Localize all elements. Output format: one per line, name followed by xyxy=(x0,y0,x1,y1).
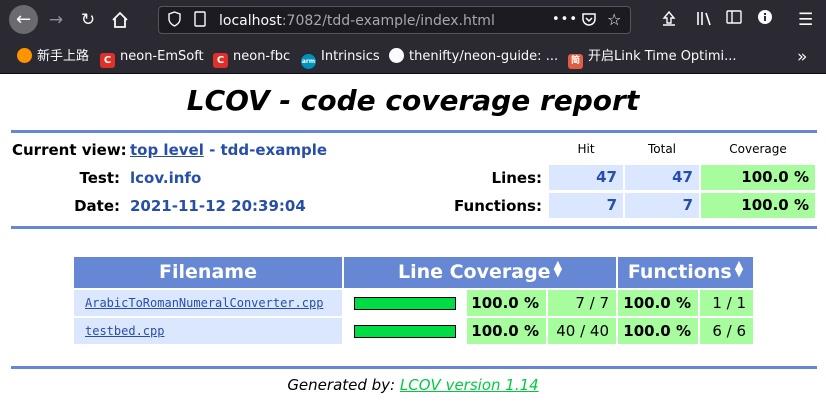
function-coverage-percent: 100.0 % xyxy=(618,318,698,344)
arrow-right-icon: → xyxy=(48,10,64,30)
functions-label: Functions: xyxy=(454,197,542,215)
more-actions-icon[interactable]: ••• xyxy=(552,11,578,29)
header-divider-bottom xyxy=(11,226,817,229)
extension-info-icon[interactable] xyxy=(757,9,773,31)
bookmark-label: thenifty/neon-guide: ... xyxy=(409,49,559,64)
line-coverage-percent: 100.0 % xyxy=(467,318,546,344)
file-name-cell: ArabicToRomanNumeralConverter.cpp xyxy=(74,290,342,316)
generated-by-label: Generated by: xyxy=(287,376,396,394)
line-coverage-column-header[interactable]: Line Coverage ▲ ▼ xyxy=(344,257,616,288)
bookmark-item[interactable]: Cneon-EmSoft xyxy=(100,47,204,68)
library-shelf-icon[interactable] xyxy=(661,9,677,33)
date-label: Date: xyxy=(74,197,120,215)
csdn-icon: C xyxy=(100,53,115,68)
bookmark-item[interactable]: 新手上路 xyxy=(17,47,89,67)
back-button[interactable]: ← xyxy=(9,5,38,34)
shield-icon[interactable] xyxy=(168,11,181,33)
jianshu-icon: 简 xyxy=(568,54,583,69)
url-path: :7082/tdd-example/index.html xyxy=(281,13,495,29)
functions-hit: 7 xyxy=(549,193,623,218)
bookmark-label: 新手上路 xyxy=(37,49,90,64)
lines-total: 47 xyxy=(625,165,699,190)
footer: Generated by: LCOV version 1.14 xyxy=(0,374,826,396)
bookmarks-overflow-icon[interactable]: » xyxy=(797,47,807,67)
url-text[interactable]: localhost:7082/tdd-example/index.html xyxy=(219,12,495,30)
arrow-left-icon: ← xyxy=(15,9,32,30)
page-info-icon[interactable] xyxy=(193,11,207,33)
bookmark-label: 开启Link Time Optimi... xyxy=(588,49,737,64)
hamburger-menu-icon[interactable]: ☰ xyxy=(798,9,813,31)
home-icon xyxy=(112,11,128,28)
forward-button[interactable]: → xyxy=(44,8,68,32)
coverage-bar xyxy=(354,297,456,310)
function-coverage-count: 6 / 6 xyxy=(700,318,753,344)
test-value: lcov.info xyxy=(130,169,202,187)
coverage-bar-fill xyxy=(355,326,455,337)
address-bar[interactable]: localhost:7082/tdd-example/index.html ••… xyxy=(158,6,631,34)
home-button[interactable] xyxy=(108,8,132,32)
date-value: 2021-11-12 20:39:04 xyxy=(130,197,306,215)
page-content: LCOV - code coverage report Current view… xyxy=(0,74,826,409)
functions-column-header[interactable]: Functions ▲ ▼ xyxy=(618,257,753,288)
functions-total: 7 xyxy=(625,193,699,218)
bookmark-item[interactable]: thenifty/neon-guide: ... xyxy=(389,47,558,67)
library-icon[interactable] xyxy=(696,9,714,33)
coverage-bar xyxy=(354,325,456,338)
sort-icon[interactable]: ▲ ▼ xyxy=(735,259,743,278)
firefox-icon xyxy=(17,48,32,63)
lines-coverage: 100.0 % xyxy=(701,165,815,190)
lines-label: Lines: xyxy=(491,169,542,187)
current-view-name: tdd-example xyxy=(220,141,328,159)
bookmark-label: neon-EmSoft xyxy=(120,49,204,64)
bookmark-star-icon[interactable]: ☆ xyxy=(607,11,621,29)
url-host: localhost xyxy=(219,13,282,29)
sidebar-icon[interactable] xyxy=(726,9,742,31)
line-coverage-percent: 100.0 % xyxy=(467,290,546,316)
browser-toolbar: ← → ↻ localhost:7082/tdd-example/index.h… xyxy=(0,0,826,40)
reload-icon: ↻ xyxy=(80,10,96,30)
bookmark-item[interactable]: 简开启Link Time Optimi... xyxy=(568,47,737,69)
header-divider-top xyxy=(11,130,817,133)
function-coverage-count: 1 / 1 xyxy=(700,290,753,316)
bookmarks-toolbar: 新手上路 Cneon-EmSoft Cneon-fbc arm Intrinsic… xyxy=(0,40,826,74)
file-link[interactable]: ArabicToRomanNumeralConverter.cpp xyxy=(85,296,323,310)
lines-hit: 47 xyxy=(549,165,623,190)
current-view-label: Current view: xyxy=(12,141,127,159)
coverage-bar-cell xyxy=(344,318,465,344)
file-name-cell: testbed.cpp xyxy=(74,318,342,344)
filename-header-label: Filename xyxy=(159,261,257,283)
test-label: Test: xyxy=(79,169,120,187)
line-coverage-count: 40 / 40 xyxy=(548,318,616,344)
current-view-value: top level - tdd-example xyxy=(130,140,327,160)
functions-header-label: Functions xyxy=(627,261,732,283)
pocket-icon[interactable] xyxy=(581,11,597,33)
reload-button[interactable]: ↻ xyxy=(76,8,100,32)
function-coverage-percent: 100.0 % xyxy=(618,290,698,316)
hit-header: Hit xyxy=(577,142,595,156)
functions-coverage: 100.0 % xyxy=(701,193,815,218)
github-icon xyxy=(389,48,404,63)
footer-divider xyxy=(11,366,817,369)
bookmark-label: Intrinsics xyxy=(321,49,380,64)
file-link[interactable]: testbed.cpp xyxy=(85,324,164,338)
lcov-version-link[interactable]: LCOV version 1.14 xyxy=(400,376,539,394)
coverage-header: Coverage xyxy=(729,142,787,156)
top-level-link[interactable]: top level xyxy=(130,141,204,159)
line-coverage-count: 7 / 7 xyxy=(548,290,616,316)
page-title: LCOV - code coverage report xyxy=(186,84,640,117)
breadcrumb-separator: - xyxy=(203,141,221,159)
coverage-bar-fill xyxy=(355,298,455,309)
total-header: Total xyxy=(647,142,677,156)
filename-column-header[interactable]: Filename xyxy=(74,257,342,288)
bookmark-item[interactable]: arm Intrinsics xyxy=(301,47,380,69)
sort-icon[interactable]: ▲ ▼ xyxy=(554,259,562,278)
csdn-icon: C xyxy=(213,53,228,68)
line-coverage-header-label: Line Coverage xyxy=(397,261,551,283)
arm-icon: arm xyxy=(301,54,316,69)
bookmark-item[interactable]: Cneon-fbc xyxy=(213,47,291,68)
coverage-bar-cell xyxy=(344,290,465,316)
bookmark-label: neon-fbc xyxy=(233,49,291,64)
